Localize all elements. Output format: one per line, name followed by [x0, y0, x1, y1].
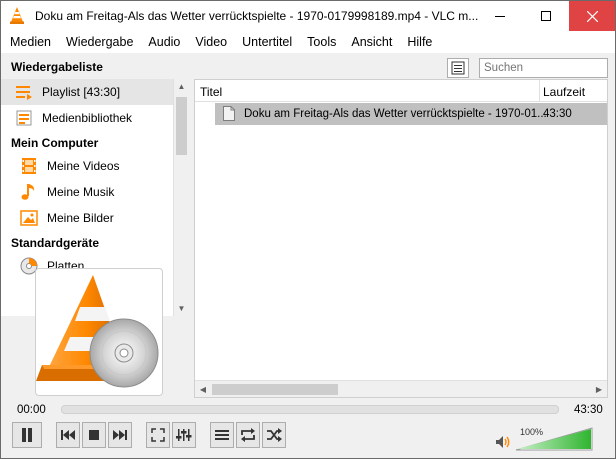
- sidebar-item-meine-musik[interactable]: Meine Musik: [1, 179, 173, 205]
- sidebar-item-meine-videos[interactable]: Meine Videos: [1, 153, 173, 179]
- vlc-window: Doku am Freitag-Als das Wetter verrückts…: [0, 0, 616, 459]
- sidebar-item-label: Meine Videos: [47, 159, 120, 173]
- column-divider[interactable]: [539, 80, 540, 102]
- title-bar: Doku am Freitag-Als das Wetter verrückts…: [1, 1, 615, 31]
- scroll-down-icon[interactable]: ▼: [174, 301, 189, 315]
- sidebar-item-label: Meine Bilder: [47, 211, 114, 225]
- next-button[interactable]: [108, 422, 132, 448]
- menu-hilfe[interactable]: Hilfe: [407, 35, 432, 49]
- horizontal-scrollbar[interactable]: ◀ ▶: [195, 380, 607, 397]
- menu-tools[interactable]: Tools: [307, 35, 336, 49]
- menu-audio[interactable]: Audio: [148, 35, 180, 49]
- sidebar-scrollbar[interactable]: ▲ ▼: [173, 79, 188, 316]
- menu-untertitel[interactable]: Untertitel: [242, 35, 292, 49]
- playlist-view-button[interactable]: [447, 58, 469, 78]
- scroll-thumb[interactable]: [176, 97, 187, 155]
- repeat-icon: [241, 428, 255, 442]
- sidebar-header: Wiedergabeliste: [11, 60, 103, 74]
- minimize-button[interactable]: [477, 1, 523, 31]
- previous-button[interactable]: [56, 422, 80, 448]
- scroll-up-icon[interactable]: ▲: [174, 79, 189, 93]
- shuffle-button[interactable]: [262, 422, 286, 448]
- maximize-icon: [541, 11, 551, 21]
- file-icon: [223, 106, 235, 121]
- heading-standardgeraete: Standardgeräte: [11, 236, 100, 250]
- maximize-button[interactable]: [523, 1, 569, 31]
- elapsed-time: 00:00: [17, 404, 46, 416]
- total-time: 43:30: [574, 404, 603, 416]
- sidebar: Wiedergabeliste Playlist [43:30] Medienb…: [1, 53, 191, 399]
- heading-mein-computer: Mein Computer: [11, 136, 99, 150]
- extended-settings-button[interactable]: [172, 422, 196, 448]
- menu-ansicht[interactable]: Ansicht: [351, 35, 392, 49]
- vlc-cone-art-icon: [36, 275, 159, 388]
- album-art: [35, 268, 163, 396]
- seek-bar[interactable]: [61, 405, 559, 414]
- row-title: Doku am Freitag-Als das Wetter verrückts…: [244, 108, 547, 120]
- pause-button[interactable]: [12, 422, 42, 448]
- scroll-thumb[interactable]: [212, 384, 338, 395]
- toggle-playlist-button[interactable]: [210, 422, 234, 448]
- stop-icon: [89, 430, 99, 440]
- window-title: Doku am Freitag-Als das Wetter verrückts…: [35, 9, 479, 23]
- scroll-right-icon[interactable]: ▶: [591, 381, 607, 397]
- sidebar-item-label: Meine Musik: [47, 185, 115, 199]
- column-header-titel[interactable]: Titel: [200, 85, 222, 99]
- scroll-left-icon[interactable]: ◀: [195, 381, 211, 397]
- shuffle-icon: [267, 428, 282, 442]
- loop-button[interactable]: [236, 422, 260, 448]
- speaker-icon[interactable]: [495, 435, 511, 449]
- equalizer-icon: [176, 429, 192, 441]
- sidebar-item-medienbibliothek[interactable]: Medienbibliothek: [1, 105, 173, 131]
- picture-icon: [20, 210, 38, 226]
- menu-video[interactable]: Video: [195, 35, 227, 49]
- table-row[interactable]: Doku am Freitag-Als das Wetter verrückts…: [215, 103, 607, 125]
- skip-back-icon: [61, 430, 75, 440]
- row-duration: 43:30: [543, 108, 572, 120]
- minimize-icon: [495, 15, 505, 17]
- sidebar-item-label: Medienbibliothek: [42, 111, 133, 125]
- film-icon: [22, 158, 36, 174]
- fullscreen-icon: [151, 428, 165, 442]
- fullscreen-button[interactable]: [146, 422, 170, 448]
- menu-wiedergabe[interactable]: Wiedergabe: [66, 35, 133, 49]
- skip-forward-icon: [113, 430, 127, 440]
- playlist-table: Titel Laufzeit Doku am Freitag-Als das W…: [194, 79, 608, 398]
- close-button[interactable]: [569, 1, 615, 31]
- sidebar-item-label: Playlist [43:30]: [42, 85, 121, 99]
- sidebar-item-meine-bilder[interactable]: Meine Bilder: [1, 205, 173, 231]
- column-header-laufzeit[interactable]: Laufzeit: [543, 85, 585, 99]
- menu-bar: Medien Wiedergabe Audio Video Untertitel…: [1, 31, 615, 53]
- music-note-icon: [21, 184, 35, 200]
- stop-button[interactable]: [82, 422, 106, 448]
- volume-slider[interactable]: [513, 425, 595, 451]
- playlist-icon: [16, 86, 32, 100]
- pause-icon: [22, 428, 32, 442]
- sidebar-item-playlist[interactable]: Playlist [43:30]: [1, 79, 173, 105]
- close-icon: [586, 10, 598, 22]
- playlist-toggle-icon: [215, 430, 229, 440]
- search-input[interactable]: [479, 58, 608, 78]
- vlc-cone-icon: [10, 7, 24, 24]
- media-library-icon: [16, 110, 32, 126]
- table-header: Titel Laufzeit: [195, 80, 607, 102]
- menu-medien[interactable]: Medien: [10, 35, 51, 49]
- list-view-icon: [451, 61, 465, 75]
